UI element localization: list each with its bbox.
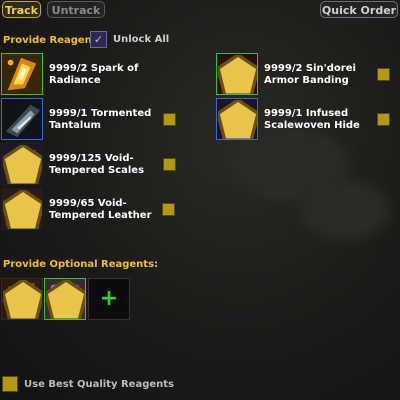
reagent-row[interactable]: 9999/65 Void- Tempered Leather xyxy=(1,188,211,230)
quality-gem-icon xyxy=(3,280,42,319)
quality-gem-icon xyxy=(3,190,42,229)
provide-reagent-checkbox[interactable] xyxy=(377,113,390,126)
provide-reagent-checkbox[interactable] xyxy=(377,68,390,81)
quick-order-button[interactable]: Quick Order xyxy=(320,1,398,18)
reagent-name: 9999/1 Infused Scalewoven Hide xyxy=(264,108,360,131)
reagent-row[interactable]: 9999/1 Tormented Tantalum xyxy=(1,98,211,140)
void-tempered-scales-icon[interactable] xyxy=(1,143,43,185)
provide-reagent-checkbox[interactable] xyxy=(163,158,176,171)
quality-gem-icon xyxy=(3,145,42,184)
use-best-quality-label: Use Best Quality Reagents xyxy=(24,378,174,390)
use-best-quality-checkbox[interactable] xyxy=(2,376,18,392)
infused-scalewoven-hide-icon[interactable] xyxy=(216,98,258,140)
provide-optional-reagents-label: Provide Optional Reagents: xyxy=(3,259,159,270)
add-optional-reagent-button[interactable]: + xyxy=(88,278,130,320)
reagent-name: 9999/2 Sin'dorei Armor Banding xyxy=(264,63,356,86)
void-tempered-leather-icon[interactable] xyxy=(1,188,43,230)
unlock-all-toggle[interactable]: ✓ Unlock All xyxy=(90,30,169,48)
unlock-checkbox[interactable]: ✓ xyxy=(90,30,107,48)
plus-icon: + xyxy=(99,286,119,311)
reagent-row[interactable]: 9999/1 Infused Scalewoven Hide xyxy=(216,98,400,140)
tormented-tantalum-icon[interactable] xyxy=(1,98,43,140)
use-best-quality-toggle[interactable]: Use Best Quality Reagents xyxy=(2,376,174,392)
provide-reagent-checkbox[interactable] xyxy=(162,203,175,216)
reagent-name: 9999/2 Spark of Radiance xyxy=(49,63,139,86)
reagent-row[interactable]: 9999/2 Sin'dorei Armor Banding xyxy=(216,53,400,95)
reagent-name: 9999/125 Void- Tempered Scales xyxy=(49,153,145,176)
reagent-row[interactable]: 9999/2 Spark of Radiance xyxy=(1,53,211,95)
optional-reagent-2-icon[interactable] xyxy=(44,278,86,320)
unlock-all-label: Unlock All xyxy=(113,33,170,45)
sindorei-armor-banding-icon[interactable] xyxy=(216,53,258,95)
provide-reagent-checkbox[interactable] xyxy=(163,113,176,126)
track-button[interactable]: Track xyxy=(2,1,41,18)
quality-gem-icon xyxy=(46,280,85,319)
reagent-name: 9999/1 Tormented Tantalum xyxy=(49,108,152,131)
untrack-button[interactable]: Untrack xyxy=(47,1,105,18)
optional-reagent-1-icon[interactable] xyxy=(1,278,43,320)
background-blur xyxy=(300,180,390,240)
reagent-row[interactable]: 9999/125 Void- Tempered Scales xyxy=(1,143,211,185)
reagent-name: 9999/65 Void- Tempered Leather xyxy=(49,198,152,221)
spark-of-radiance-icon[interactable] xyxy=(1,53,43,95)
quality-gem-icon xyxy=(218,100,257,139)
quality-gem-icon xyxy=(218,55,257,94)
